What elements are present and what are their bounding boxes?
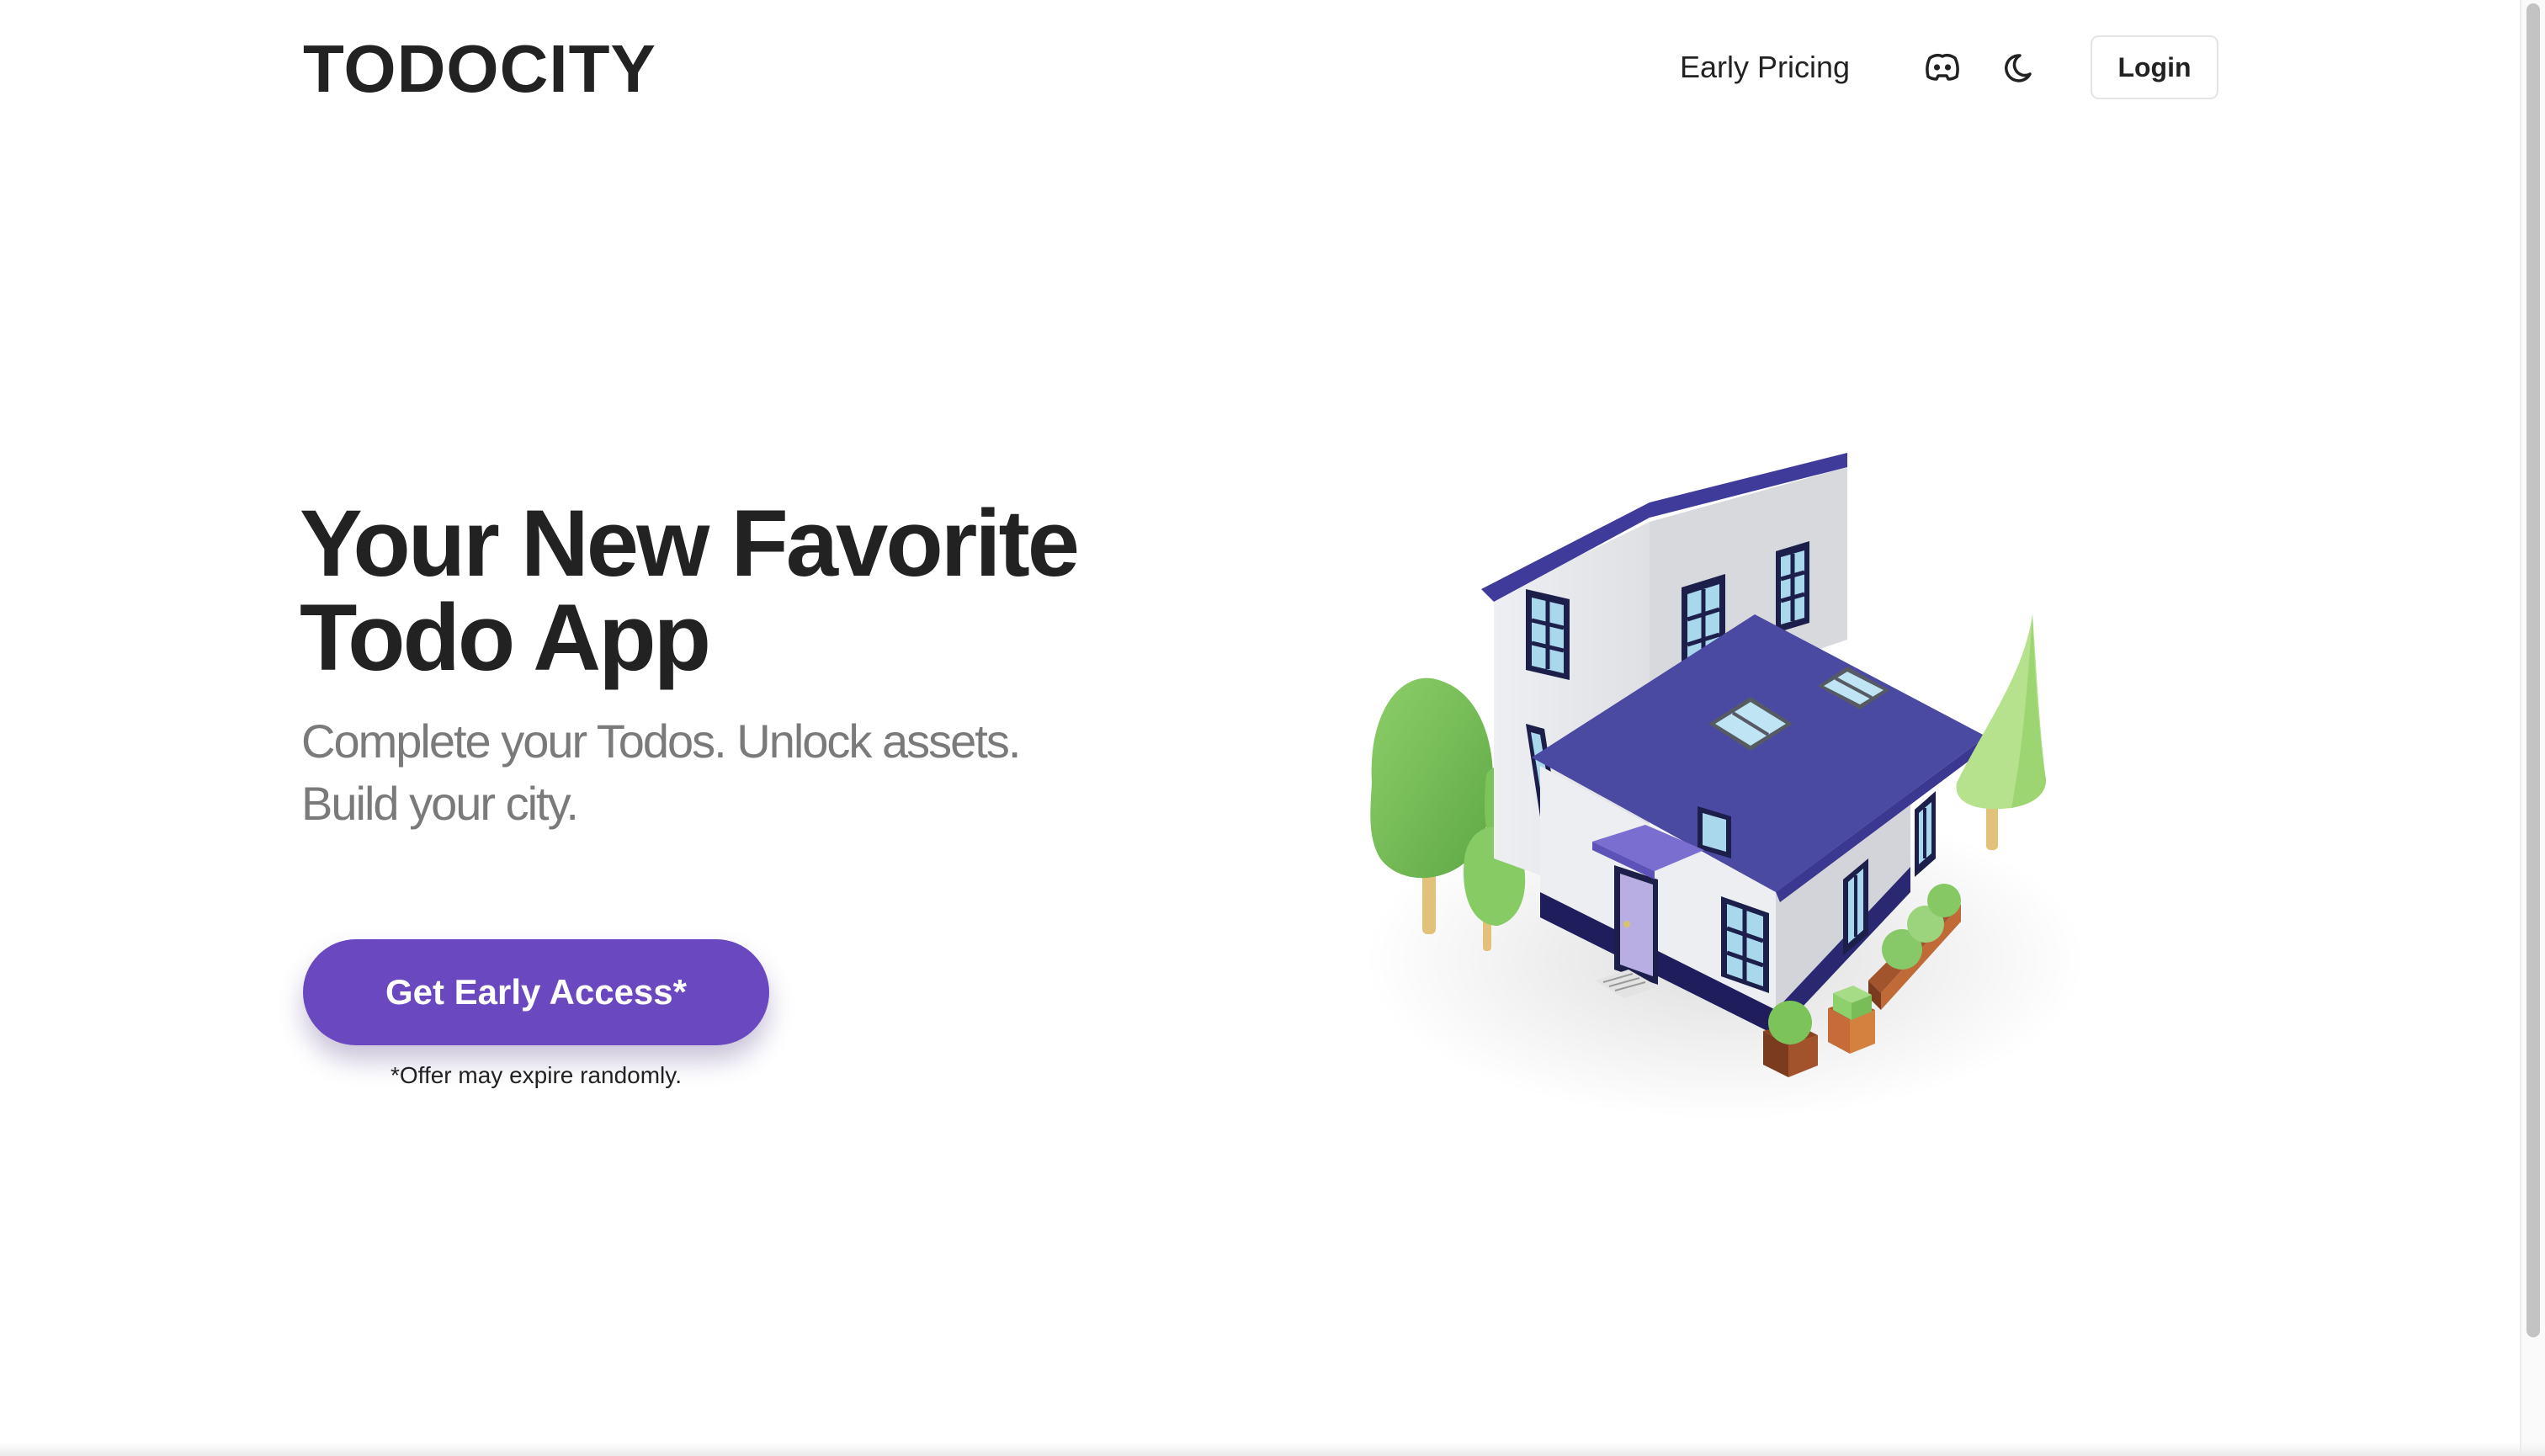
hero-subtitle: Complete your Todos. Unlock assets. Buil… (301, 710, 1059, 835)
isometric-house-illustration (1363, 453, 2087, 1119)
site-header: TODOCITY Early Pricing Login (0, 0, 2520, 139)
moon-icon-glyph (2005, 54, 2032, 82)
window-tall-wall-2 (1776, 541, 1809, 633)
hero-title-line1: Your New Favorite (300, 491, 1080, 596)
hero-subtitle-line2: Build your city. (301, 777, 579, 830)
window-bottom-edge (0, 1443, 2545, 1456)
discord-icon[interactable] (1917, 42, 1968, 93)
hero-title: Your New Favorite Todo App (300, 497, 1141, 685)
vertical-scrollbar[interactable] (2520, 0, 2545, 1456)
window-left-upper (1526, 589, 1570, 680)
discord-icon-glyph (1926, 53, 1959, 81)
landing-page: TODOCITY Early Pricing Login Your New Fa… (0, 0, 2545, 1456)
scrollbar-thumb[interactable] (2526, 3, 2540, 1337)
site-logo[interactable]: TODOCITY (303, 32, 656, 106)
get-early-access-button[interactable]: Get Early Access* (303, 939, 769, 1045)
planter-cube (1828, 986, 1875, 1054)
hero-title-line2: Todo App (300, 585, 711, 690)
early-pricing-link[interactable]: Early Pricing (1680, 47, 1850, 88)
window-front-lower (1721, 896, 1769, 993)
hero-subtitle-line1: Complete your Todos. Unlock assets. (301, 715, 1021, 768)
login-button[interactable]: Login (2091, 35, 2218, 99)
offer-disclaimer: *Offer may expire randomly. (391, 1062, 682, 1088)
moon-icon[interactable] (1996, 42, 2047, 93)
